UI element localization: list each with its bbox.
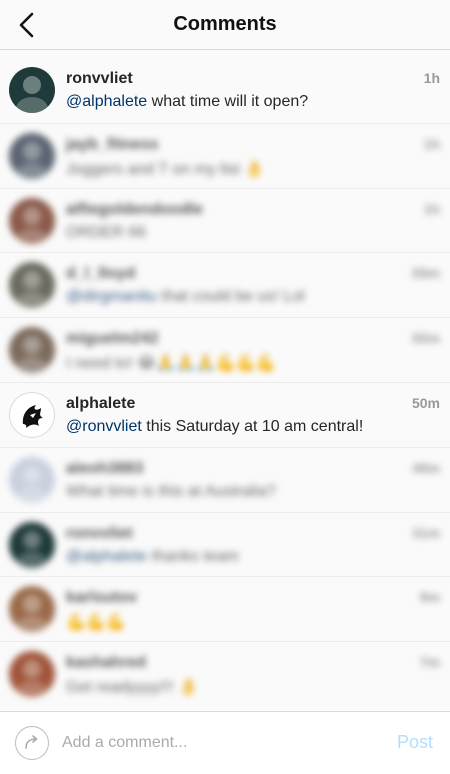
comment-row[interactable]: karlsutov 💪💪💪 9m [0,576,450,640]
profile-photo-icon [16,271,48,309]
comment-text: Get readyyyy!!! 👌 [66,677,198,697]
comment-text: @alphalete what time will it open? [66,93,308,111]
page-title: Comments [173,13,277,35]
avatar[interactable] [9,327,55,374]
comment-timestamp: 7m [419,654,440,671]
comment-body: 💪💪💪 [66,614,126,632]
comment-username[interactable]: jayb_fitness [66,136,158,154]
comment-body: What time is this at Australia? [66,482,276,500]
comment-timestamp: 1h [423,70,440,86]
comment-body: that could be us! Lol [156,288,305,306]
avatar[interactable] [9,521,55,568]
comment-timestamp: 49m [411,459,440,476]
profile-photo-icon [16,336,48,374]
comment-timestamp: 50m [411,395,440,411]
comment-input[interactable] [62,728,362,758]
comment-row[interactable]: kashahred Get readyyyy!!! 👌 7m [0,641,450,705]
header-bar: Comments [0,0,450,50]
comment-username[interactable]: alphalete [66,395,135,413]
comment-body: Get readyyyy!!! 👌 [66,679,198,697]
share-arrow-icon [25,735,38,749]
comment-username[interactable]: ronvvliet [66,525,133,543]
avatar[interactable] [9,67,55,113]
comment-timestamp: 55m [411,330,440,347]
comment-row[interactable]: alfiegoldendoodle ORDER 66 1h [0,187,450,252]
chevron-left-icon [19,12,34,38]
comment-text: 💪💪💪 [66,612,126,632]
comment-text: ORDER 66 [66,224,146,242]
comment-mention[interactable]: @ronvvliet [66,418,142,435]
comment-row[interactable]: jayb_fitness Joggers and T on my list 👌 1h [0,122,450,187]
comment-list[interactable]: ronvvliet @alphalete what time will it op… [0,58,450,710]
comment-text: @ronvvliet this Saturday at 10 am centra… [66,418,363,436]
comment-username[interactable]: aleoh3883 [66,460,143,478]
back-button[interactable] [10,8,44,42]
comment-timestamp: 9m [419,589,440,606]
comment-text: @alphalete thanks team [66,548,239,566]
comment-mention[interactable]: @alphalete [66,548,147,565]
comment-mention[interactable]: @dirgmanitu [66,288,157,305]
comment-username[interactable]: miguelm242 [66,330,158,348]
comment-username[interactable]: kashahred [66,654,146,672]
profile-photo-icon [16,660,48,698]
profile-photo-icon [16,465,48,503]
profile-photo-icon [16,206,48,244]
comment-body: I need to! 😂🙏🙏🙏💪💪💪 [66,355,276,373]
comment-timestamp: 1h [423,135,440,152]
avatar[interactable] [9,456,55,503]
comment-timestamp: 31m [411,524,440,541]
comment-row[interactable]: d_l_lloyd @dirgmanitu that could be us! L… [0,252,450,316]
avatar[interactable] [9,392,55,438]
post-button[interactable]: Post [397,732,433,753]
comment-row[interactable]: miguelm242 I need to! 😂🙏🙏🙏💪💪💪 55m [0,317,450,381]
comment-body: what time will it open? [147,93,309,110]
avatar[interactable] [9,651,55,698]
comment-row[interactable]: ronvvliet @alphalete thanks team 31m [0,511,450,576]
comment-text: What time is this at Australia? [66,483,276,501]
comment-body: ORDER 66 [66,223,147,241]
comment-username[interactable]: ronvvliet [66,70,133,88]
avatar[interactable] [9,197,55,244]
profile-photo-icon [16,595,48,633]
comment-row[interactable]: ronvvliet @alphalete what time will it op… [0,58,450,122]
avatar[interactable] [9,262,55,309]
comment-text: @dirgmanitu that could be us! Lol [66,288,305,306]
comment-text: Joggers and T on my list 👌 [66,159,264,179]
profile-photo-icon [16,76,48,113]
avatar[interactable] [9,586,55,633]
comment-username[interactable]: alfiegoldendoodle [66,201,203,219]
composer-avatar[interactable] [15,726,49,760]
comment-body: thanks team [147,547,239,565]
comment-mention[interactable]: @alphalete [66,93,147,110]
profile-photo-icon [16,141,48,179]
alphalete-logo-icon [22,405,43,428]
comment-timestamp: 59m [411,265,440,282]
comment-row[interactable]: aleoh3883 What time is this at Australia?… [0,446,450,511]
avatar[interactable] [9,132,55,179]
comment-username[interactable]: d_l_lloyd [66,265,135,283]
comment-username[interactable]: karlsutov [66,589,137,607]
comment-body: Joggers and T on my list 👌 [66,160,265,178]
comment-timestamp: 1h [423,200,440,217]
comment-row[interactable]: alphalete @ronvvliet this Saturday at 10 … [0,382,450,446]
comment-body: this Saturday at 10 am central! [141,418,364,435]
comment-composer: Post [0,711,450,774]
profile-photo-icon [16,530,48,568]
comment-text: I need to! 😂🙏🙏🙏💪💪💪 [66,353,275,373]
